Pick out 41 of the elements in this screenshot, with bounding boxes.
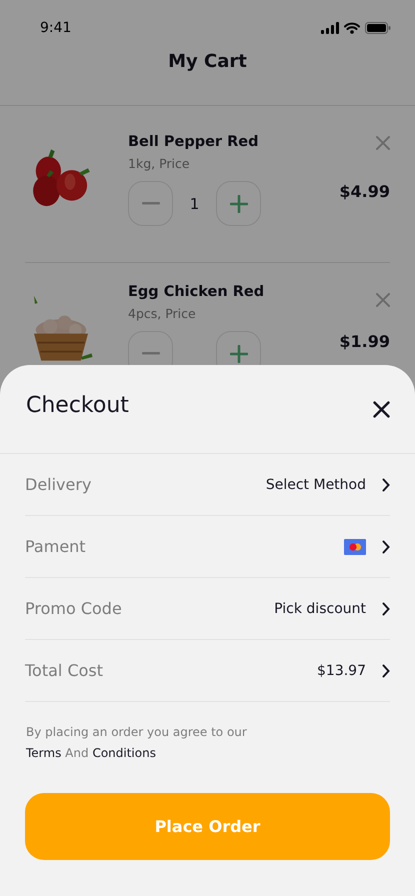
remove-button[interactable] <box>376 136 390 150</box>
price: $4.99 <box>339 182 390 201</box>
terms-link[interactable]: Conditions <box>92 746 156 760</box>
checkout-row[interactable]: Promo Code Pick discount <box>25 578 390 640</box>
price: $1.99 <box>339 332 390 351</box>
chevron-icon <box>382 540 390 554</box>
sheet-title: Checkout <box>26 393 129 418</box>
close-icon <box>373 401 390 418</box>
minus-icon <box>142 352 160 356</box>
row-label: Pament <box>25 537 86 556</box>
checkout-row[interactable]: Pament <box>25 516 390 578</box>
product-detail: 4pcs, Price <box>128 306 197 321</box>
signal-icon <box>321 22 339 34</box>
row-value: $13.97 <box>317 662 366 678</box>
row-label: Promo Code <box>25 599 122 618</box>
checkout-row[interactable]: Total Cost $13.97 <box>25 640 390 702</box>
product-name: Egg Chicken Red <box>128 284 264 300</box>
minus-icon <box>142 202 160 206</box>
agreement-text: By placing an order you agree to our Terms And Conditions <box>26 724 248 762</box>
row-value: Pick discount <box>274 600 366 616</box>
quantity: 1 <box>188 194 200 212</box>
product-name: Bell Pepper Red <box>128 134 259 150</box>
product-detail: 1kg, Price <box>128 156 191 171</box>
status-time: 9:41 <box>40 20 72 36</box>
row-value: Select Method <box>266 476 366 492</box>
close-icon <box>376 293 390 307</box>
chevron-icon <box>382 664 390 678</box>
checkout-row[interactable]: Delivery Select Method <box>25 454 390 516</box>
card-icon <box>344 538 366 554</box>
close-icon <box>376 136 390 150</box>
chevron-icon <box>382 478 390 492</box>
page-title: My Cart <box>167 51 248 74</box>
plus-icon <box>230 194 248 212</box>
row-label: Total Cost <box>25 661 104 680</box>
terms-link[interactable]: Terms <box>26 746 62 760</box>
chevron-icon <box>382 602 390 616</box>
plus-icon <box>230 344 248 362</box>
remove-button[interactable] <box>376 293 390 307</box>
wifi-icon <box>344 22 360 34</box>
row-label: Delivery <box>25 475 92 494</box>
close-button[interactable] <box>373 401 390 418</box>
